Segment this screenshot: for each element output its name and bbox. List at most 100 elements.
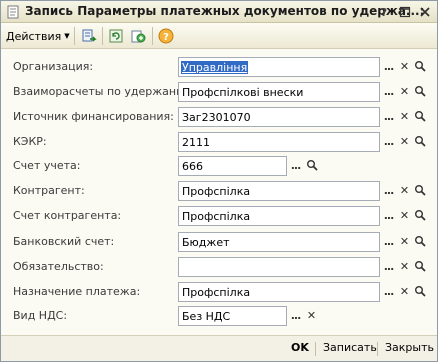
bottom-bar: OK Записать Закрыть [1, 335, 437, 361]
row-deduction-settlements: Взаиморасчеты по удержанию: Профспілкові… [1, 82, 437, 102]
payment-purpose-label: Назначение платежа: [13, 285, 141, 298]
copy-document-icon[interactable] [129, 27, 147, 45]
help-icon[interactable]: ? [157, 27, 175, 45]
clear-x-icon[interactable]: ✕ [397, 83, 412, 99]
account-label: Счет учета: [13, 159, 81, 172]
row-account: Счет учета: 666 ... [1, 156, 437, 176]
vat-type-field[interactable]: Без НДС [178, 306, 287, 326]
bank-account-field[interactable]: Бюджет [178, 232, 380, 252]
vat-type-label: Вид НДС: [13, 309, 68, 322]
actions-menu-button[interactable]: Действия ▼ [6, 28, 70, 44]
help-window-icon[interactable]: ? [376, 4, 392, 20]
bank-account-value: Бюджет [182, 236, 230, 249]
organization-label: Организация: [13, 60, 94, 73]
magnifier-icon[interactable] [412, 258, 427, 274]
row-counterparty: Контрагент: Профспілка ... ✕ [1, 181, 437, 201]
magnifier-icon[interactable] [412, 283, 427, 299]
clear-x-icon[interactable]: ✕ [397, 133, 412, 149]
payment-purpose-field[interactable]: Профспілка [178, 282, 380, 302]
dropdown-arrow-icon: ▼ [64, 32, 70, 40]
title-bar: Запись Параметры платежных документов по… [1, 1, 437, 23]
close-button[interactable]: Закрыть [385, 341, 434, 354]
kekr-field[interactable]: 2111 [178, 132, 380, 152]
counterparty-field[interactable]: Профспілка [178, 181, 380, 201]
clear-x-icon[interactable]: ✕ [304, 307, 319, 323]
button-divider [315, 342, 316, 356]
post-and-close-icon[interactable] [80, 27, 98, 45]
funding-source-value: Заг2301070 [182, 111, 251, 124]
row-counterparty-account: Счет контрагента: Профспілка ... ✕ [1, 206, 437, 226]
toolbar-divider [152, 27, 153, 45]
deduction-settlements-label: Взаиморасчеты по удержанию: [13, 85, 197, 98]
magnifier-icon[interactable] [412, 133, 427, 149]
ellipsis-icon[interactable]: ... [381, 182, 396, 198]
toolbar-divider [102, 27, 103, 45]
magnifier-icon[interactable] [412, 207, 427, 223]
row-organization: Организация: Управління ... ✕ [1, 57, 437, 77]
payment-purpose-value: Профспілка [182, 286, 251, 299]
clear-x-icon[interactable]: ✕ [397, 58, 412, 74]
toolbar: Действия ▼ ? [1, 23, 437, 49]
counterparty-account-value: Профспілка [182, 210, 251, 223]
ellipsis-icon[interactable]: ... [381, 58, 396, 74]
refresh-icon[interactable] [107, 27, 125, 45]
document-icon [6, 5, 20, 19]
button-divider [377, 342, 378, 356]
svg-text:?: ? [381, 6, 387, 19]
funding-source-field[interactable]: Заг2301070 [178, 107, 380, 127]
window-title: Запись Параметры платежных документов по… [25, 4, 425, 18]
save-button[interactable]: Записать [323, 341, 377, 354]
magnifier-icon[interactable] [412, 58, 427, 74]
ok-button[interactable]: OK [291, 341, 309, 354]
obligation-field[interactable] [178, 257, 380, 277]
magnifier-icon[interactable] [412, 233, 427, 249]
ellipsis-icon[interactable]: ... [381, 258, 396, 274]
deduction-settlements-field[interactable]: Профспілкові внески [178, 82, 380, 102]
magnifier-icon[interactable] [412, 83, 427, 99]
counterparty-value: Профспілка [182, 185, 251, 198]
obligation-label: Обязательство: [13, 260, 104, 273]
account-value: 666 [182, 160, 203, 173]
magnifier-icon[interactable] [412, 108, 427, 124]
counterparty-account-field[interactable]: Профспілка [178, 206, 380, 226]
magnifier-icon[interactable] [412, 182, 427, 198]
vat-type-value: Без НДС [182, 310, 231, 323]
row-bank-account: Банковский счет: Бюджет ... ✕ [1, 232, 437, 252]
ellipsis-icon[interactable]: ... [288, 307, 303, 323]
ellipsis-icon[interactable]: ... [381, 133, 396, 149]
organization-value[interactable]: Управління [181, 61, 249, 74]
organization-field[interactable]: Управління [178, 57, 380, 77]
clear-x-icon[interactable]: ✕ [397, 283, 412, 299]
deduction-settlements-value: Профспілкові внески [182, 86, 304, 99]
row-kekr: КЭКР: 2111 ... ✕ [1, 132, 437, 152]
actions-label: Действия [6, 29, 62, 43]
row-funding-source: Источник финансирования: Заг2301070 ... … [1, 107, 437, 127]
clear-x-icon[interactable]: ✕ [397, 182, 412, 198]
ellipsis-icon[interactable]: ... [288, 157, 303, 173]
counterparty-label: Контрагент: [13, 184, 85, 197]
ellipsis-icon[interactable]: ... [381, 283, 396, 299]
svg-text:?: ? [163, 32, 169, 43]
funding-source-label: Источник финансирования: [13, 110, 174, 123]
row-payment-purpose: Назначение платежа: Профспілка ... ✕ [1, 282, 437, 302]
row-obligation: Обязательство: ... ✕ [1, 257, 437, 277]
clear-x-icon[interactable]: ✕ [397, 258, 412, 274]
counterparty-account-label: Счет контрагента: [13, 209, 122, 222]
clear-x-icon[interactable]: ✕ [397, 207, 412, 223]
bank-account-label: Банковский счет: [13, 235, 115, 248]
ellipsis-icon[interactable]: ... [381, 83, 396, 99]
kekr-label: КЭКР: [13, 135, 47, 148]
clear-x-icon[interactable]: ✕ [397, 233, 412, 249]
clear-x-icon[interactable]: ✕ [397, 108, 412, 124]
maximize-icon[interactable] [397, 4, 413, 20]
row-vat-type: Вид НДС: Без НДС ... ✕ [1, 306, 437, 326]
close-window-icon[interactable] [417, 4, 433, 20]
kekr-value: 2111 [182, 136, 210, 149]
dialog-window: Запись Параметры платежных документов по… [0, 0, 438, 362]
magnifier-icon[interactable] [304, 157, 319, 173]
toolbar-divider [74, 27, 75, 45]
ellipsis-icon[interactable]: ... [381, 207, 396, 223]
ellipsis-icon[interactable]: ... [381, 108, 396, 124]
account-field[interactable]: 666 [178, 156, 287, 176]
ellipsis-icon[interactable]: ... [381, 233, 396, 249]
